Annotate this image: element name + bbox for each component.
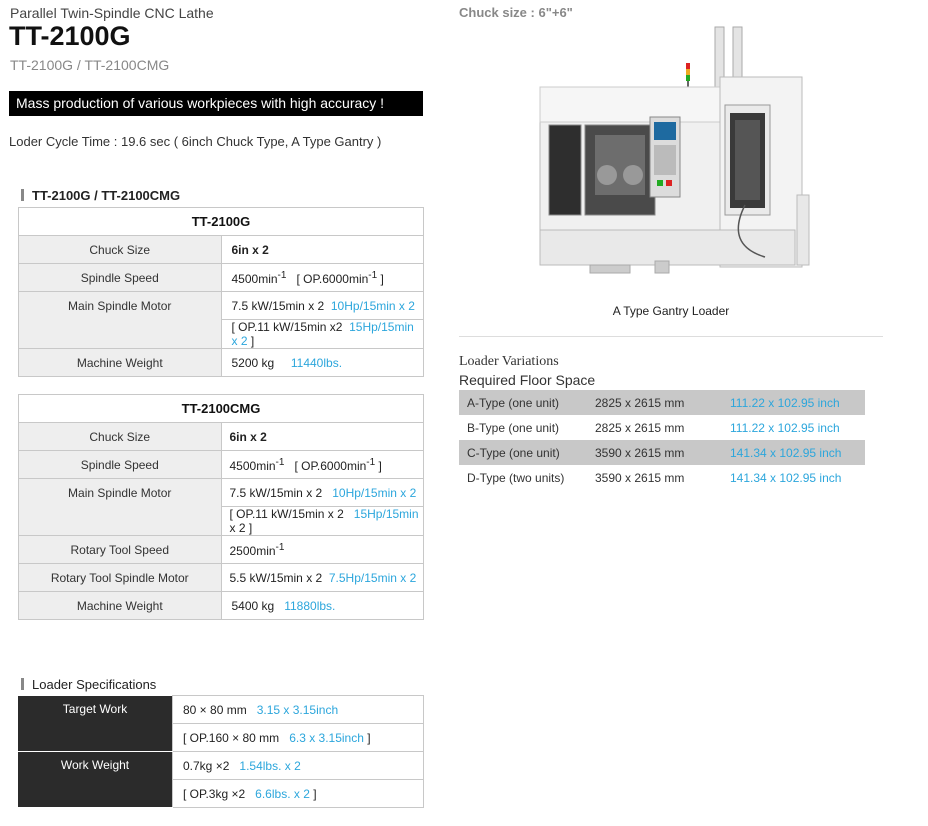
divider [459,336,883,337]
table-row: Spindle Speed 4500min-1 [ OP.6000min-1 ] [18,450,424,479]
row-value: 7.5 kW/15min x 2 10Hp/15min x 2 [220,478,424,507]
loader-section-title: Loader Specifications [32,677,157,692]
row-value: 6in x 2 [220,235,424,264]
row-label: Main Spindle Motor [18,478,222,536]
row-label: Target Work [18,695,173,752]
table-row: Spindle Speed 4500min-1 [ OP.6000min-1 ] [18,263,424,292]
section-bar-icon [21,678,24,690]
table-row: Target Work 80 × 80 mm 3.15 x 3.15inch [18,695,424,752]
type-cell: C-Type (one unit) [459,440,595,465]
table-row: Rotary Tool Speed 2500min-1 [18,535,424,564]
feature-banner: Mass production of various workpieces wi… [9,91,423,116]
image-caption: A Type Gantry Loader [612,304,730,318]
type-cell: D-Type (two units) [467,470,565,485]
row-label: Chuck Size [18,235,222,264]
gantry-loader-machine-image [539,26,810,274]
mm-cell: 3590 x 2615 mm [595,470,685,485]
table-header: TT-2100CMG [18,394,424,423]
section-bar-icon [21,189,24,201]
table-row: A-Type (one unit) 2825 x 2615 mm 111.22 … [459,390,865,415]
type-cell: A-Type (one unit) [459,390,595,415]
row-label: Chuck Size [18,422,222,451]
table-row: Rotary Tool Spindle Motor 5.5 kW/15min x… [18,563,424,592]
loader-section-heading: Loader Specifications [21,677,156,692]
row-value: 0.7kg ×2 1.54lbs. x 2 [172,751,424,780]
spec-table-tt2100cmg: TT-2100CMG Chuck Size 6in x 2 Spindle Sp… [18,394,424,620]
model-variants: TT-2100G / TT-2100CMG [10,57,170,73]
loader-variations-title: Loader Variations [459,354,559,369]
floor-space-table: A-Type (one unit) 2825 x 2615 mm 111.22 … [459,390,865,490]
row-label: Rotary Tool Spindle Motor [18,563,222,592]
loader-spec-table: Target Work 80 × 80 mm 3.15 x 3.15inch [… [18,695,424,808]
spec-table-tt2100g: TT-2100G Chuck Size 6in x 2 Spindle Spee… [18,207,424,377]
row-label: Work Weight [18,751,173,808]
table-row: D-Type (two units) 3590 x 2615 mm 141.34… [459,465,865,490]
type-cell: B-Type (one unit) [467,420,560,435]
row-value: [ OP.11 kW/15min x2 15Hp/15min x 2 ] [220,319,424,349]
mm-cell: 2825 x 2615 mm [595,420,685,435]
row-label: Spindle Speed [18,450,222,479]
table-row: Chuck Size 6in x 2 [18,235,424,264]
row-value: 5.5 kW/15min x 2 7.5Hp/15min x 2 [220,563,424,592]
row-label: Machine Weight [18,348,222,377]
row-label: Machine Weight [18,591,222,620]
row-label: Main Spindle Motor [18,291,222,349]
inch-cell: 111.22 x 102.95 inch [730,390,865,415]
table-row: Machine Weight 5400 kg 11880lbs. [18,591,424,620]
cycle-time: Loder Cycle Time : 19.6 sec ( 6inch Chuc… [9,134,382,149]
row-value: 7.5 kW/15min x 2 10Hp/15min x 2 [220,291,424,320]
table-row: Main Spindle Motor 7.5 kW/15min x 2 10Hp… [18,291,424,349]
table-header: TT-2100G [18,207,424,236]
model-title: TT-2100G [9,21,131,51]
row-value: 80 × 80 mm 3.15 x 3.15inch [172,695,424,724]
table-row: Main Spindle Motor 7.5 kW/15min x 2 10Hp… [18,478,424,536]
table-row: Chuck Size 6in x 2 [18,422,424,451]
inch-cell: 141.34 x 102.95 inch [730,440,865,465]
inch-cell: 111.22 x 102.95 inch [730,420,840,435]
row-value: 4500min-1 [ OP.6000min-1 ] [220,263,424,292]
row-value: [ OP.160 × 80 mm 6.3 x 3.15inch ] [172,723,424,752]
row-value: 4500min-1 [ OP.6000min-1 ] [220,450,424,479]
chuck-size-note: Chuck size : 6"+6" [459,5,573,20]
row-value: 5400 kg 11880lbs. [220,591,424,620]
inch-cell: 141.34 x 102.95 inch [730,470,842,485]
table-row: C-Type (one unit) 3590 x 2615 mm 141.34 … [459,440,865,465]
mm-cell: 2825 x 2615 mm [595,390,730,415]
spec-section-heading: TT-2100G / TT-2100CMG [21,188,180,203]
spec-section-title: TT-2100G / TT-2100CMG [32,188,181,203]
row-value: 2500min-1 [220,535,424,564]
floor-space-title: Required Floor Space [459,372,596,388]
row-value: [ OP.3kg ×2 6.6lbs. x 2 ] [172,779,424,808]
row-value: [ OP.11 kW/15min x 2 15Hp/15min x 2 ] [220,506,424,536]
product-subtitle: Parallel Twin-Spindle CNC Lathe [10,5,214,21]
row-label: Rotary Tool Speed [18,535,222,564]
mm-cell: 3590 x 2615 mm [595,440,730,465]
row-value: 5200 kg 11440lbs. [220,348,424,377]
row-value: 6in x 2 [220,422,424,451]
row-label: Spindle Speed [18,263,222,292]
table-row: B-Type (one unit) 2825 x 2615 mm 111.22 … [459,415,865,440]
table-row: Work Weight 0.7kg ×2 1.54lbs. x 2 [18,751,424,808]
table-row: Machine Weight 5200 kg 11440lbs. [18,348,424,377]
